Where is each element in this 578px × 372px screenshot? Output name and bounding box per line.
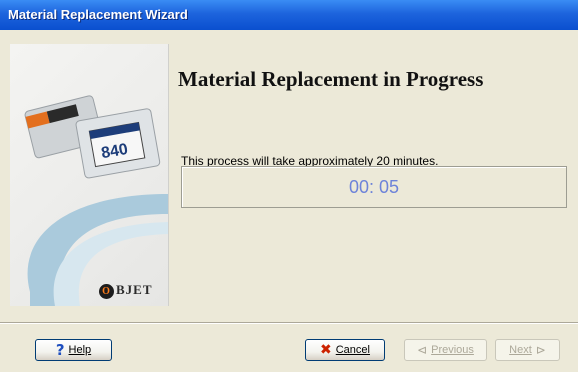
red-x-icon: ✖ — [320, 342, 332, 358]
footer-separator — [0, 322, 578, 324]
arrow-left-icon: ⊲ — [417, 343, 428, 357]
cartridge-illustration: 840 — [24, 95, 168, 306]
previous-button[interactable]: ⊲ Previous — [404, 339, 487, 361]
arrow-right-icon: ⊳ — [535, 343, 546, 357]
next-button[interactable]: Next ⊳ — [495, 339, 560, 361]
logo-mark: O — [99, 283, 114, 299]
side-panel-image: 840 — [10, 44, 169, 306]
timer-value: 00: 05 — [348, 177, 400, 197]
cancel-label: Cancel — [335, 344, 370, 356]
cancel-button[interactable]: ✖ Cancel — [305, 339, 385, 361]
objet-logo: O BJET — [99, 282, 153, 299]
elapsed-timer: 00: 05 — [181, 166, 567, 208]
help-button[interactable]: ? Help — [35, 339, 112, 361]
help-label: Help — [68, 344, 92, 356]
question-mark-icon: ? — [55, 341, 65, 359]
window-title-bar: Material Replacement Wizard — [0, 0, 578, 30]
logo-text: BJET — [116, 282, 153, 297]
window-title: Material Replacement Wizard — [8, 7, 188, 22]
page-heading: Material Replacement in Progress — [178, 67, 484, 91]
next-label: Next — [509, 344, 532, 356]
previous-label: Previous — [431, 344, 474, 356]
